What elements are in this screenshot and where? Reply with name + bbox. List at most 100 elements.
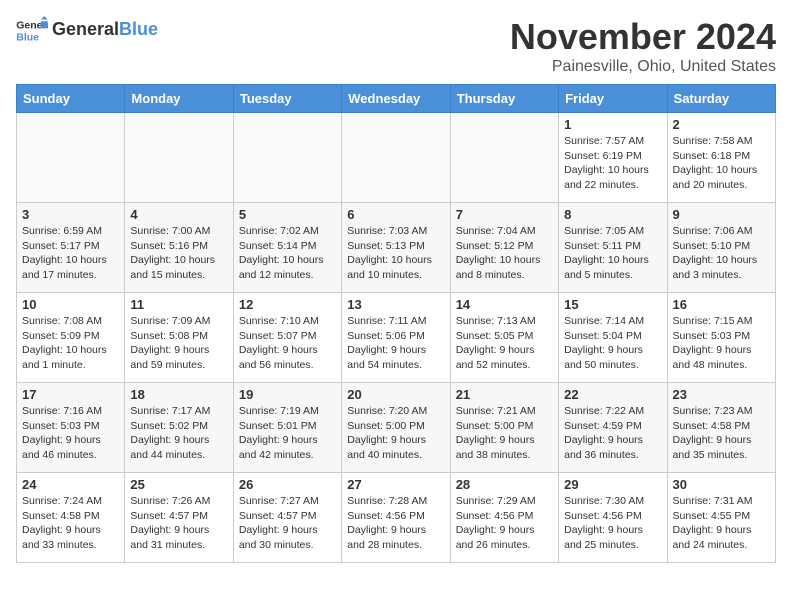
day-number: 14 bbox=[456, 297, 553, 312]
day-info: Sunrise: 7:58 AM Sunset: 6:18 PM Dayligh… bbox=[673, 134, 770, 193]
day-info: Sunrise: 7:16 AM Sunset: 5:03 PM Dayligh… bbox=[22, 404, 119, 463]
calendar-cell: 21 Sunrise: 7:21 AM Sunset: 5:00 PM Dayli… bbox=[450, 383, 558, 473]
calendar-cell: 4 Sunrise: 7:00 AM Sunset: 5:16 PM Daylig… bbox=[125, 203, 233, 293]
day-info: Sunrise: 7:21 AM Sunset: 5:00 PM Dayligh… bbox=[456, 404, 553, 463]
title-block: November 2024 Painesville, Ohio, United … bbox=[510, 16, 776, 76]
day-info: Sunrise: 7:31 AM Sunset: 4:55 PM Dayligh… bbox=[673, 494, 770, 553]
day-number: 25 bbox=[130, 477, 227, 492]
day-number: 23 bbox=[673, 387, 770, 402]
calendar-cell: 15 Sunrise: 7:14 AM Sunset: 5:04 PM Dayli… bbox=[559, 293, 667, 383]
day-info: Sunrise: 7:13 AM Sunset: 5:05 PM Dayligh… bbox=[456, 314, 553, 373]
calendar-cell: 5 Sunrise: 7:02 AM Sunset: 5:14 PM Daylig… bbox=[233, 203, 341, 293]
calendar-cell bbox=[450, 113, 558, 203]
day-info: Sunrise: 7:20 AM Sunset: 5:00 PM Dayligh… bbox=[347, 404, 444, 463]
location: Painesville, Ohio, United States bbox=[510, 58, 776, 76]
calendar-week-row: 17Sunrise: 7:16 AM Sunset: 5:03 PM Dayli… bbox=[17, 383, 776, 473]
day-info: Sunrise: 7:11 AM Sunset: 5:06 PM Dayligh… bbox=[347, 314, 444, 373]
calendar-cell: 22 Sunrise: 7:22 AM Sunset: 4:59 PM Dayli… bbox=[559, 383, 667, 473]
day-number: 1 bbox=[564, 117, 661, 132]
day-info: Sunrise: 7:30 AM Sunset: 4:56 PM Dayligh… bbox=[564, 494, 661, 553]
calendar-cell: 23 Sunrise: 7:23 AM Sunset: 4:58 PM Dayli… bbox=[667, 383, 775, 473]
weekday-header-row: SundayMondayTuesdayWednesdayThursdayFrid… bbox=[17, 85, 776, 113]
day-number: 26 bbox=[239, 477, 336, 492]
day-number: 11 bbox=[130, 297, 227, 312]
calendar-cell: 27 Sunrise: 7:28 AM Sunset: 4:56 PM Dayli… bbox=[342, 473, 450, 563]
calendar-cell: 16 Sunrise: 7:15 AM Sunset: 5:03 PM Dayli… bbox=[667, 293, 775, 383]
day-info: Sunrise: 7:28 AM Sunset: 4:56 PM Dayligh… bbox=[347, 494, 444, 553]
weekday-header-saturday: Saturday bbox=[667, 85, 775, 113]
day-info: Sunrise: 7:27 AM Sunset: 4:57 PM Dayligh… bbox=[239, 494, 336, 553]
day-info: Sunrise: 7:57 AM Sunset: 6:19 PM Dayligh… bbox=[564, 134, 661, 193]
day-number: 12 bbox=[239, 297, 336, 312]
day-number: 7 bbox=[456, 207, 553, 222]
day-info: Sunrise: 7:22 AM Sunset: 4:59 PM Dayligh… bbox=[564, 404, 661, 463]
day-info: Sunrise: 6:59 AM Sunset: 5:17 PM Dayligh… bbox=[22, 224, 119, 283]
calendar-cell bbox=[342, 113, 450, 203]
day-info: Sunrise: 7:02 AM Sunset: 5:14 PM Dayligh… bbox=[239, 224, 336, 283]
weekday-header-tuesday: Tuesday bbox=[233, 85, 341, 113]
logo-icon: General Blue bbox=[16, 16, 48, 44]
day-info: Sunrise: 7:15 AM Sunset: 5:03 PM Dayligh… bbox=[673, 314, 770, 373]
day-info: Sunrise: 7:10 AM Sunset: 5:07 PM Dayligh… bbox=[239, 314, 336, 373]
day-info: Sunrise: 7:00 AM Sunset: 5:16 PM Dayligh… bbox=[130, 224, 227, 283]
calendar-cell: 10Sunrise: 7:08 AM Sunset: 5:09 PM Dayli… bbox=[17, 293, 125, 383]
calendar-table: SundayMondayTuesdayWednesdayThursdayFrid… bbox=[16, 84, 776, 563]
day-number: 3 bbox=[22, 207, 119, 222]
day-number: 6 bbox=[347, 207, 444, 222]
day-number: 9 bbox=[673, 207, 770, 222]
day-info: Sunrise: 7:19 AM Sunset: 5:01 PM Dayligh… bbox=[239, 404, 336, 463]
calendar-week-row: 10Sunrise: 7:08 AM Sunset: 5:09 PM Dayli… bbox=[17, 293, 776, 383]
day-number: 13 bbox=[347, 297, 444, 312]
day-number: 19 bbox=[239, 387, 336, 402]
day-info: Sunrise: 7:14 AM Sunset: 5:04 PM Dayligh… bbox=[564, 314, 661, 373]
day-number: 15 bbox=[564, 297, 661, 312]
calendar-cell: 30 Sunrise: 7:31 AM Sunset: 4:55 PM Dayli… bbox=[667, 473, 775, 563]
weekday-header-thursday: Thursday bbox=[450, 85, 558, 113]
day-number: 22 bbox=[564, 387, 661, 402]
logo-general-text: General bbox=[52, 19, 119, 39]
weekday-header-wednesday: Wednesday bbox=[342, 85, 450, 113]
weekday-header-sunday: Sunday bbox=[17, 85, 125, 113]
day-number: 21 bbox=[456, 387, 553, 402]
weekday-header-monday: Monday bbox=[125, 85, 233, 113]
day-number: 5 bbox=[239, 207, 336, 222]
day-info: Sunrise: 7:24 AM Sunset: 4:58 PM Dayligh… bbox=[22, 494, 119, 553]
day-info: Sunrise: 7:26 AM Sunset: 4:57 PM Dayligh… bbox=[130, 494, 227, 553]
calendar-cell: 14 Sunrise: 7:13 AM Sunset: 5:05 PM Dayli… bbox=[450, 293, 558, 383]
day-number: 30 bbox=[673, 477, 770, 492]
calendar-cell bbox=[125, 113, 233, 203]
calendar-cell: 25 Sunrise: 7:26 AM Sunset: 4:57 PM Dayli… bbox=[125, 473, 233, 563]
day-info: Sunrise: 7:23 AM Sunset: 4:58 PM Dayligh… bbox=[673, 404, 770, 463]
day-number: 10 bbox=[22, 297, 119, 312]
page-header: General Blue GeneralBlue November 2024 P… bbox=[16, 16, 776, 76]
day-number: 20 bbox=[347, 387, 444, 402]
day-number: 24 bbox=[22, 477, 119, 492]
calendar-cell: 2 Sunrise: 7:58 AM Sunset: 6:18 PM Daylig… bbox=[667, 113, 775, 203]
logo-blue-text: Blue bbox=[119, 19, 158, 39]
svg-text:Blue: Blue bbox=[16, 32, 39, 44]
day-number: 29 bbox=[564, 477, 661, 492]
day-number: 28 bbox=[456, 477, 553, 492]
calendar-cell: 3 Sunrise: 6:59 AM Sunset: 5:17 PM Daylig… bbox=[17, 203, 125, 293]
calendar-cell: 29 Sunrise: 7:30 AM Sunset: 4:56 PM Dayli… bbox=[559, 473, 667, 563]
calendar-cell: 12 Sunrise: 7:10 AM Sunset: 5:07 PM Dayli… bbox=[233, 293, 341, 383]
calendar-cell: 17Sunrise: 7:16 AM Sunset: 5:03 PM Dayli… bbox=[17, 383, 125, 473]
day-info: Sunrise: 7:03 AM Sunset: 5:13 PM Dayligh… bbox=[347, 224, 444, 283]
day-number: 16 bbox=[673, 297, 770, 312]
day-number: 2 bbox=[673, 117, 770, 132]
logo: General Blue GeneralBlue bbox=[16, 16, 158, 44]
day-number: 4 bbox=[130, 207, 227, 222]
day-info: Sunrise: 7:06 AM Sunset: 5:10 PM Dayligh… bbox=[673, 224, 770, 283]
calendar-cell bbox=[17, 113, 125, 203]
day-info: Sunrise: 7:29 AM Sunset: 4:56 PM Dayligh… bbox=[456, 494, 553, 553]
calendar-cell: 8Sunrise: 7:05 AM Sunset: 5:11 PM Daylig… bbox=[559, 203, 667, 293]
calendar-cell: 26 Sunrise: 7:27 AM Sunset: 4:57 PM Dayli… bbox=[233, 473, 341, 563]
day-number: 27 bbox=[347, 477, 444, 492]
calendar-cell: 24 Sunrise: 7:24 AM Sunset: 4:58 PM Dayli… bbox=[17, 473, 125, 563]
calendar-cell: 18Sunrise: 7:17 AM Sunset: 5:02 PM Dayli… bbox=[125, 383, 233, 473]
calendar-cell: 11Sunrise: 7:09 AM Sunset: 5:08 PM Dayli… bbox=[125, 293, 233, 383]
calendar-cell: 9 Sunrise: 7:06 AM Sunset: 5:10 PM Daylig… bbox=[667, 203, 775, 293]
calendar-cell: 20 Sunrise: 7:20 AM Sunset: 5:00 PM Dayli… bbox=[342, 383, 450, 473]
weekday-header-friday: Friday bbox=[559, 85, 667, 113]
day-info: Sunrise: 7:04 AM Sunset: 5:12 PM Dayligh… bbox=[456, 224, 553, 283]
